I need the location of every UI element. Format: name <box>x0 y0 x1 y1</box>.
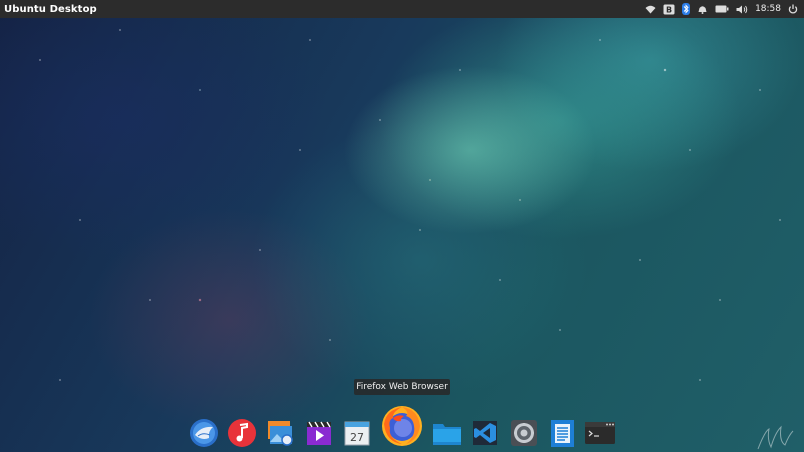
battery-icon[interactable] <box>715 0 729 18</box>
dock: 27 <box>184 404 620 452</box>
wifi-icon[interactable] <box>645 0 656 18</box>
svg-text:B: B <box>666 5 672 14</box>
alarm-icon[interactable] <box>697 0 708 18</box>
text-editor-icon[interactable] <box>546 417 578 449</box>
terminal-icon[interactable] <box>584 417 616 449</box>
wallpaper-signature <box>757 425 794 450</box>
keyboard-layout-icon[interactable]: B <box>663 0 675 18</box>
bluetooth-icon[interactable] <box>682 0 691 18</box>
files-icon[interactable] <box>431 417 463 449</box>
top-panel: Ubuntu Desktop B 18:58 <box>0 0 804 18</box>
active-app-title[interactable]: Ubuntu Desktop <box>0 4 97 15</box>
clock[interactable]: 18:58 <box>755 4 781 14</box>
calendar-day: 27 <box>350 431 364 444</box>
calendar-icon[interactable]: 27 <box>341 417 373 449</box>
video-player-icon[interactable] <box>303 417 335 449</box>
thunderbird-mail-icon[interactable] <box>188 417 220 449</box>
indicator-area: B 18:58 <box>645 0 804 18</box>
vscode-icon[interactable] <box>469 417 501 449</box>
firefox-icon[interactable] <box>379 403 425 449</box>
system-settings-icon[interactable] <box>508 417 540 449</box>
dock-tooltip: Firefox Web Browser <box>354 379 450 395</box>
image-viewer-icon[interactable] <box>264 417 296 449</box>
power-icon[interactable] <box>788 0 798 18</box>
music-player-icon[interactable] <box>226 417 258 449</box>
volume-icon[interactable] <box>736 0 748 18</box>
